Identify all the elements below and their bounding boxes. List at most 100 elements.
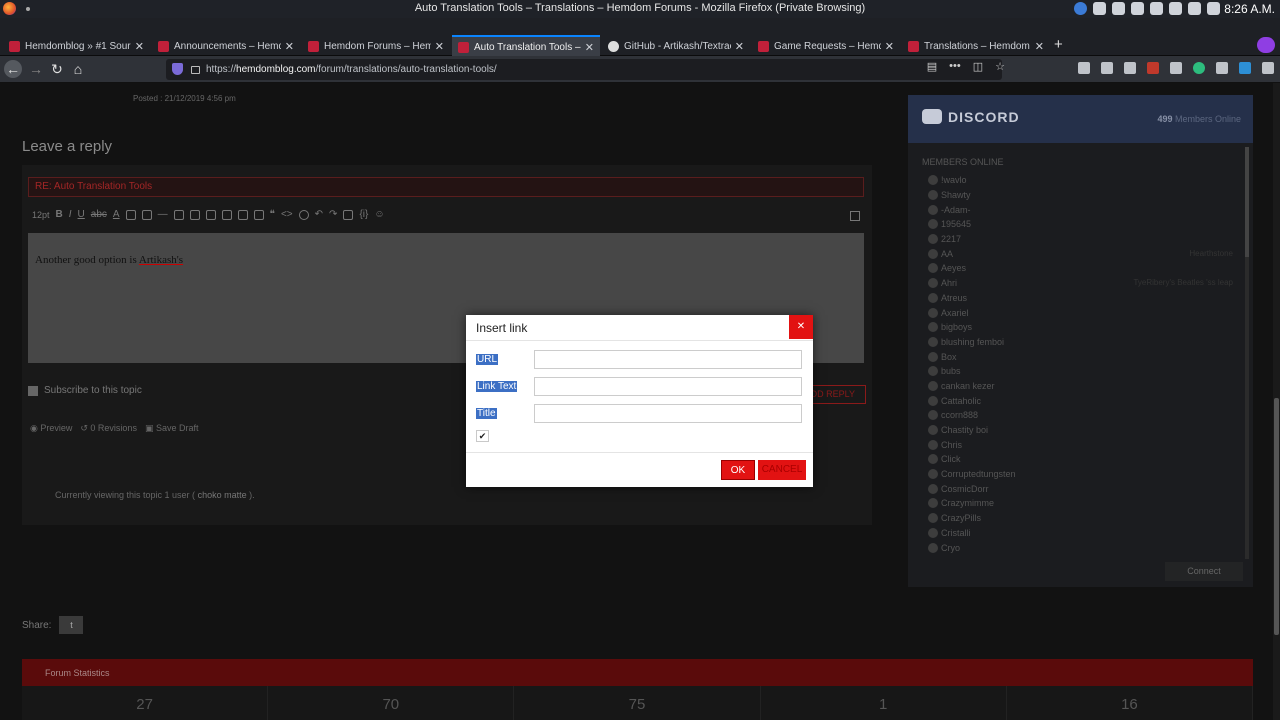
list-item[interactable]: Axariel [928,305,1228,320]
scrollbar-thumb[interactable] [1274,398,1279,635]
extension-icon[interactable] [1170,62,1182,74]
reload-button[interactable]: ↻ [48,60,66,78]
list-item[interactable]: blushing femboi [928,335,1228,350]
page-scrollbar[interactable] [1273,83,1280,720]
list-item[interactable]: 195645 [928,217,1228,232]
home-button[interactable]: ⌂ [69,60,87,78]
list-item[interactable]: Chris [928,437,1228,452]
list-item[interactable]: Aeyes [928,261,1228,276]
subscribe-checkbox[interactable] [28,385,38,396]
preview-button[interactable]: ◉ Preview [30,423,72,434]
emoji-icon[interactable]: ☺ [374,209,384,220]
list-item[interactable]: AA [928,246,1228,261]
insert-icon[interactable] [298,209,309,220]
viewing-user-link[interactable]: choko matte [198,490,247,500]
tracking-shield-icon[interactable] [172,63,183,75]
italic-icon[interactable]: I [69,209,72,220]
align-center-icon[interactable] [189,209,200,220]
page-actions-icon[interactable]: ••• [949,60,961,73]
align-left-icon[interactable] [173,209,184,220]
forward-button[interactable]: → [27,60,45,78]
clipboard-icon[interactable] [1150,2,1163,15]
align-justify-icon[interactable] [221,209,232,220]
close-button[interactable]: ✕ [789,315,813,339]
subject-input[interactable]: RE: Auto Translation Tools [28,177,864,197]
discord-tray-icon[interactable] [1112,2,1125,15]
cancel-button[interactable]: CANCEL [758,460,806,480]
link-text-input[interactable] [534,377,802,396]
list-item[interactable]: Atreus [928,291,1228,306]
paste-icon[interactable] [343,209,354,220]
list-item[interactable]: bigboys [928,320,1228,335]
list-item[interactable]: -Adam- [928,202,1228,217]
close-icon[interactable]: ✕ [1035,40,1044,53]
list-item[interactable]: Corruptedtungsten [928,467,1228,482]
close-icon[interactable]: ✕ [435,40,444,53]
account-icon[interactable] [1124,62,1136,74]
underline-icon[interactable]: U [78,209,85,220]
tab-hemdomblog[interactable]: Hemdomblog » #1 Source ✕ [3,35,150,57]
discord-connect-button[interactable]: Connect [1165,562,1243,581]
ok-button[interactable]: OK [721,460,755,480]
horizontal-rule-icon[interactable]: — [158,209,168,220]
title-input[interactable] [534,404,802,423]
code-icon[interactable]: <> [281,209,293,220]
list-item[interactable]: !wavlo [928,173,1228,188]
back-button[interactable]: ← [4,60,22,78]
undo-icon[interactable]: ↶ [315,209,323,220]
list-item[interactable]: Click [928,452,1228,467]
lock-icon[interactable] [191,65,200,74]
shortcode-icon[interactable]: {i} [359,209,368,220]
url-text[interactable]: https://hemdomblog.com/forum/translation… [206,64,497,75]
tab-auto-translation-tools[interactable]: Auto Translation Tools – Tr ✕ [452,35,600,57]
list-item[interactable]: cankan kezer [928,379,1228,394]
list-item[interactable]: Chastity boi [928,423,1228,438]
hamburger-menu-icon[interactable] [1262,62,1274,74]
link-icon[interactable] [237,209,248,220]
grammarly-icon[interactable] [1193,62,1205,74]
list-item[interactable]: Cristalli [928,526,1228,541]
list-item[interactable]: CosmicDorr [928,481,1228,496]
tab-game-requests[interactable]: Game Requests – Hemdo ✕ [752,35,900,57]
tab-github[interactable]: GitHub - Artikash/Textract ✕ [602,35,750,57]
discord-scrollbar[interactable] [1245,147,1249,559]
twitter-share-icon[interactable]: t [59,616,84,634]
close-icon[interactable]: ✕ [885,40,894,53]
list-item[interactable]: Shawty [928,188,1228,203]
scrollbar-thumb[interactable] [1245,147,1249,257]
list-item[interactable]: 2217 [928,232,1228,247]
new-tab-button[interactable]: + [1054,36,1063,53]
close-icon[interactable]: ✕ [735,40,744,53]
sidebar-icon[interactable] [1101,62,1113,74]
ublock-icon[interactable] [1147,62,1159,74]
reader-view-icon[interactable]: ▤ [927,60,937,73]
extension-s-icon[interactable] [1239,62,1251,74]
revisions-button[interactable]: ↺ 0 Revisions [80,423,137,434]
bookmark-star-icon[interactable]: ☆ [995,60,1005,73]
list-item[interactable]: bubs [928,364,1228,379]
wifi-icon[interactable] [1169,2,1182,15]
redo-icon[interactable]: ↷ [329,209,337,220]
text-color-icon[interactable]: A [113,209,120,220]
bold-icon[interactable]: B [56,209,63,220]
keyboard-icon[interactable] [1131,2,1144,15]
close-icon[interactable]: ✕ [585,41,594,54]
numbered-list-icon[interactable] [141,209,152,220]
font-size-select[interactable]: 12pt [32,210,50,220]
url-input[interactable] [534,350,802,369]
tab-announcements[interactable]: Announcements – Hemdo ✕ [152,35,300,57]
blockquote-icon[interactable]: ❝ [270,209,275,220]
fullscreen-icon[interactable] [850,211,860,221]
clip-icon[interactable] [1093,2,1106,15]
info-icon[interactable] [1074,2,1087,15]
list-item[interactable]: Box [928,349,1228,364]
tab-translations[interactable]: Translations – Hemdom Fo ✕ [902,35,1050,57]
pocket-icon[interactable]: ◫ [973,60,983,73]
close-icon[interactable]: ✕ [135,40,144,53]
strikethrough-icon[interactable]: abc [91,209,107,220]
new-tab-checkbox[interactable]: ✔ [476,430,489,442]
unlink-icon[interactable] [253,209,264,220]
menu-dots-icon[interactable] [1216,62,1228,74]
list-item[interactable]: Cryo [928,540,1228,555]
library-icon[interactable] [1078,62,1090,74]
